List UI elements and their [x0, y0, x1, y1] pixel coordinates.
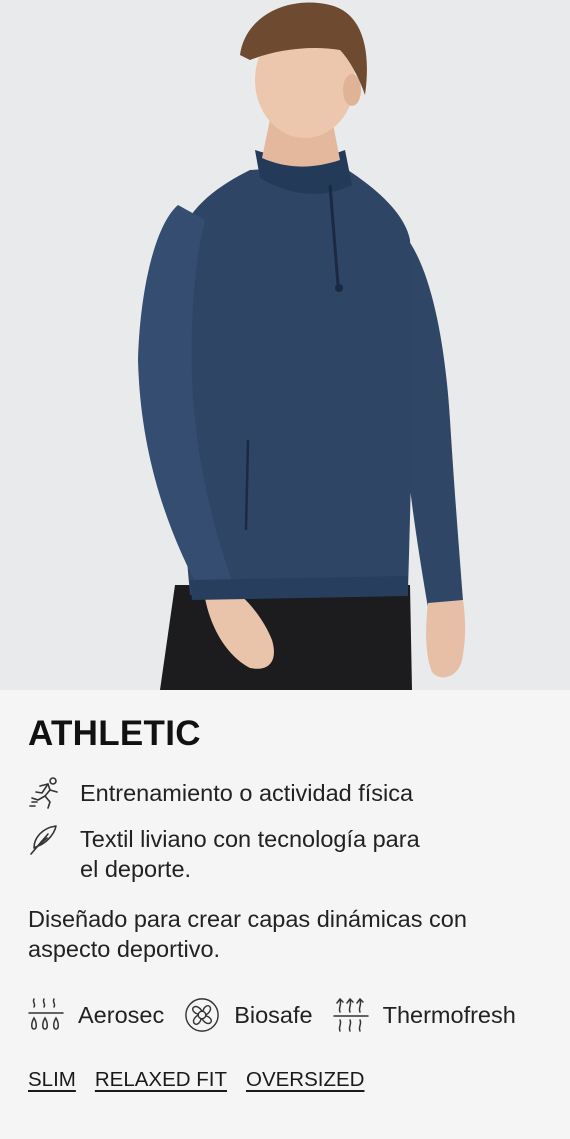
running-person-icon: [29, 777, 58, 809]
fit-link-slim[interactable]: SLIM: [28, 1068, 76, 1092]
feature-text: Entrenamiento o actividad física: [80, 780, 414, 806]
feature-training: Entrenamiento o actividad física: [28, 777, 542, 810]
feather-icon: [30, 825, 57, 855]
model-wearing-navy-quarter-zip: [138, 2, 466, 690]
tech-label: Aerosec: [78, 1001, 165, 1028]
feature-lightweight: Textil liviano con tecnología para el de…: [28, 824, 542, 884]
fit-link-oversized[interactable]: OVERSIZED: [246, 1068, 364, 1092]
tech-label: Biosafe: [234, 1001, 313, 1028]
sweat-drops-icon: [28, 998, 64, 1030]
fit-link-relaxed-fit[interactable]: RELAXED FIT: [95, 1068, 227, 1092]
tech-thermofresh: Thermofresh: [332, 996, 516, 1034]
product-info-panel: ATHLETIC Entrenamiento o actividad físic…: [0, 690, 570, 1092]
tech-aerosec: Aerosec: [28, 996, 164, 1034]
tech-biosafe: Biosafe: [184, 996, 313, 1034]
product-title: ATHLETIC: [28, 714, 201, 753]
heat-waves-icon: [332, 997, 369, 1032]
fit-links: SLIM RELAXED FIT OVERSIZED: [28, 1068, 542, 1092]
biosafe-molecule-icon: [185, 998, 220, 1032]
tech-label: Thermofresh: [382, 1001, 516, 1028]
product-description: Diseñado para crear capas dinámicas con …: [28, 906, 467, 962]
feature-text: Textil liviano con tecnología para el de…: [80, 826, 420, 882]
technology-list: Aerosec Biosafe Thermofresh: [28, 996, 542, 1034]
product-hero-image: [0, 0, 570, 690]
